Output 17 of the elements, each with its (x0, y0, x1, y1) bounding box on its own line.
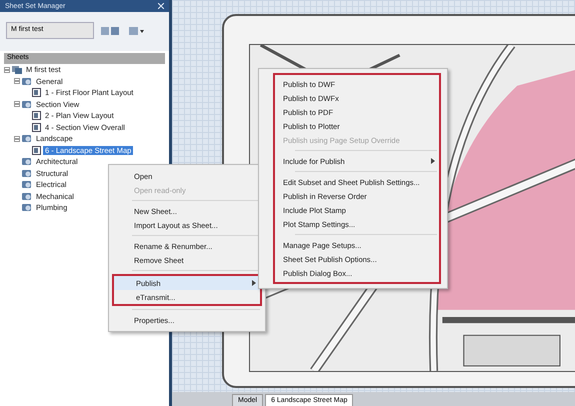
collapse-icon[interactable] (4, 66, 10, 73)
folder-icon (22, 100, 32, 109)
sheet-icon (32, 88, 41, 98)
folder-icon (22, 157, 32, 166)
collapse-icon[interactable] (14, 136, 20, 142)
folder-icon (22, 168, 32, 178)
toolbar-icon[interactable] (128, 26, 146, 36)
folder-icon (22, 134, 32, 144)
folder-icon (22, 180, 32, 190)
sheet-icon (32, 146, 41, 155)
close-icon[interactable] (158, 3, 164, 9)
folder-icon (22, 192, 32, 201)
folder-icon (22, 76, 32, 86)
sheet-set-icon (12, 65, 22, 74)
collapse-icon[interactable] (14, 101, 20, 108)
folder-icon (22, 203, 32, 212)
collapse-icon[interactable] (14, 78, 20, 84)
